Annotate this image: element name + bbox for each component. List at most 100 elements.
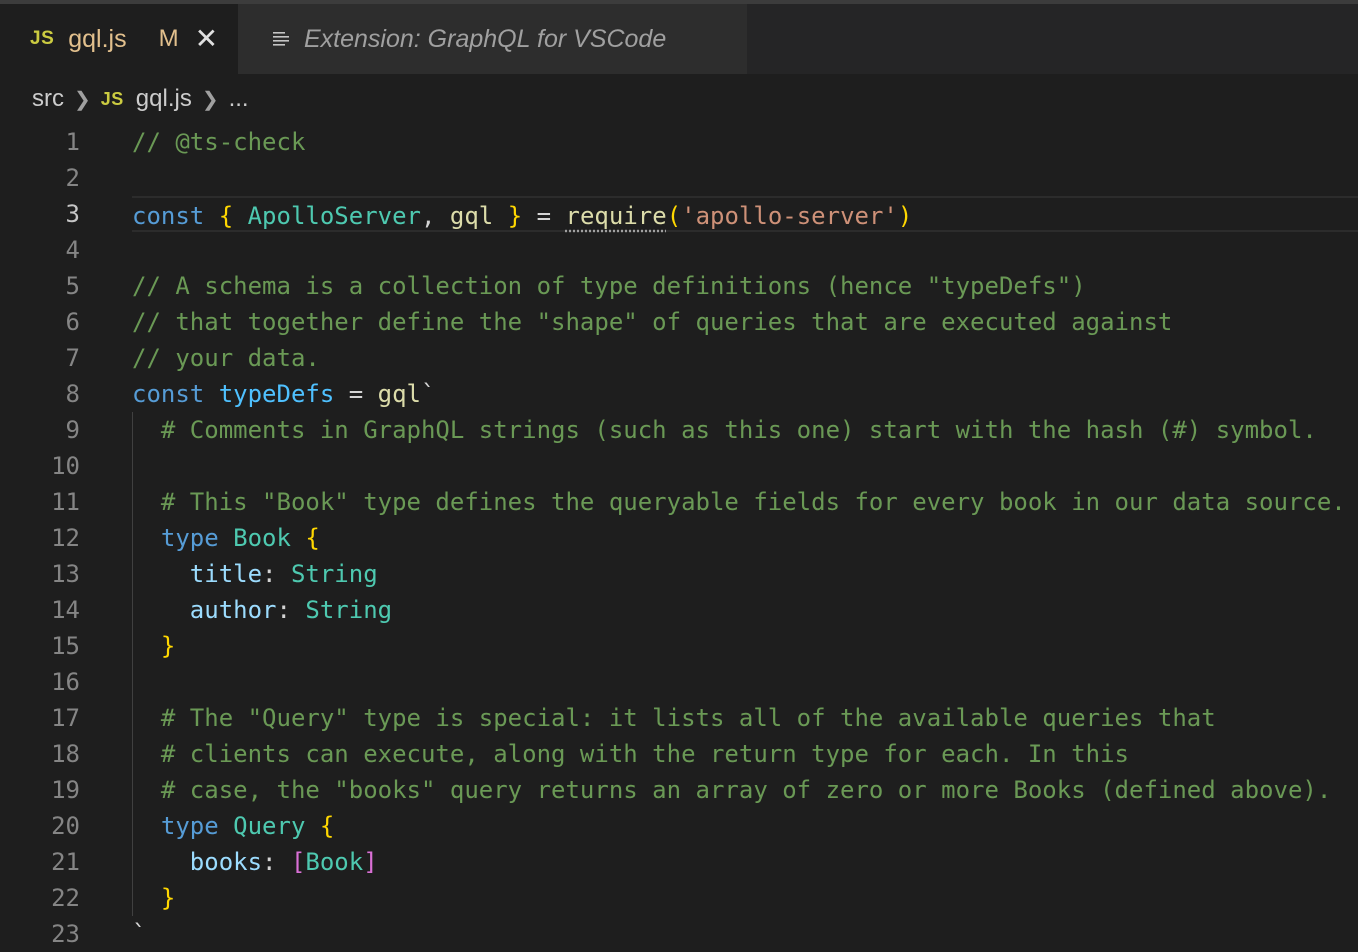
code-token: ApolloServer [247, 202, 421, 230]
code-token: # case, the "books" query returns an arr… [132, 776, 1332, 804]
code-line[interactable]: 4 [0, 232, 1358, 268]
line-number: 14 [51, 596, 80, 624]
code-text[interactable] [132, 232, 1358, 268]
code-text[interactable]: // your data. [132, 340, 1358, 376]
code-line[interactable]: 11 # This "Book" type defines the querya… [0, 484, 1358, 520]
code-line[interactable]: 15 } [0, 628, 1358, 664]
code-token: // that together define the "shape" of q… [132, 308, 1173, 336]
code-token: = [522, 202, 566, 230]
code-token: ` [421, 380, 436, 408]
code-token: # This "Book" type defines the queryable… [132, 488, 1346, 516]
code-text[interactable]: const { ApolloServer, gql } = require('a… [132, 196, 1358, 232]
code-text[interactable] [132, 448, 1358, 484]
line-number: 22 [51, 884, 80, 912]
code-text[interactable] [132, 160, 1358, 196]
editor-tab-bar: JS gql.js M ✕ Extension: GraphQL for VSC… [0, 4, 1358, 74]
code-line[interactable]: 23 ` [0, 916, 1358, 952]
line-number: 6 [65, 308, 80, 336]
tab-extension-graphql[interactable]: Extension: GraphQL for VSCode [238, 4, 747, 74]
javascript-file-icon: JS [100, 88, 124, 109]
line-number: 3 [65, 200, 80, 228]
code-text[interactable]: // @ts-check [132, 124, 1358, 160]
tab-label: Extension: GraphQL for VSCode [304, 24, 667, 53]
tab-gql-js[interactable]: JS gql.js M ✕ [0, 4, 238, 74]
code-line[interactable]: 10 [0, 448, 1358, 484]
code-token: ` [132, 920, 147, 948]
code-token: Query [233, 812, 306, 840]
code-text[interactable]: // A schema is a collection of type defi… [132, 268, 1358, 304]
code-line[interactable]: 7 // your data. [0, 340, 1358, 376]
code-line[interactable]: 14 author: String [0, 592, 1358, 628]
line-number: 1 [65, 128, 80, 156]
code-text[interactable]: ` [132, 916, 1358, 952]
code-token: author [189, 596, 277, 624]
code-text[interactable]: # clients can execute, along with the re… [132, 736, 1358, 772]
code-line[interactable]: 22 } [0, 880, 1358, 916]
code-line[interactable]: 19 # case, the "books" query returns an … [0, 772, 1358, 808]
line-number: 13 [51, 560, 80, 588]
code-text[interactable]: type Query { [132, 808, 1358, 844]
javascript-file-icon: JS [30, 28, 55, 49]
code-line[interactable]: 21 books: [Book] [0, 844, 1358, 880]
breadcrumb-file[interactable]: gql.js [136, 85, 192, 113]
code-text[interactable]: # The "Query" type is special: it lists … [132, 700, 1358, 736]
code-token: String [305, 596, 393, 624]
code-token: Book [233, 524, 291, 552]
code-token: type [160, 524, 219, 552]
code-text[interactable]: title: String [132, 556, 1358, 592]
code-token: : [262, 848, 291, 876]
breadcrumb-symbols[interactable]: ... [229, 85, 249, 113]
code-editor[interactable]: 1 // @ts-check 2 3 const { ApolloServer, gql… [0, 124, 1358, 952]
code-text[interactable]: } [132, 880, 1358, 916]
code-line[interactable]: 5 // A schema is a collection of type def… [0, 268, 1358, 304]
code-line[interactable]: 9 # Comments in GraphQL strings (such as… [0, 412, 1358, 448]
code-line[interactable]: 18 # clients can execute, along with the… [0, 736, 1358, 772]
code-token: { [305, 524, 320, 552]
line-number: 18 [51, 740, 80, 768]
code-token: ] [363, 848, 378, 876]
code-text[interactable]: } [132, 628, 1358, 664]
code-token: const [132, 380, 205, 408]
code-text[interactable]: # This "Book" type defines the queryable… [132, 484, 1358, 520]
code-line[interactable]: 17 # The "Query" type is special: it lis… [0, 700, 1358, 736]
code-text[interactable]: books: [Book] [132, 844, 1358, 880]
close-icon[interactable]: ✕ [195, 25, 218, 53]
code-token: = [334, 380, 378, 408]
code-text[interactable]: # Comments in GraphQL strings (such as t… [132, 412, 1358, 448]
code-line[interactable]: 6 // that together define the "shape" of … [0, 304, 1358, 340]
code-token: // A schema is a collection of type defi… [132, 272, 1086, 300]
line-number: 4 [65, 236, 80, 264]
code-line[interactable]: 20 type Query { [0, 808, 1358, 844]
breadcrumb: src ❯ JS gql.js ❯ ... [0, 74, 1358, 124]
modified-indicator: M [158, 25, 179, 52]
code-token: [ [290, 848, 306, 876]
code-line[interactable]: 12 type Book { [0, 520, 1358, 556]
code-token: } [160, 632, 176, 660]
code-text[interactable]: // that together define the "shape" of q… [132, 304, 1358, 340]
code-line[interactable]: 13 title: String [0, 556, 1358, 592]
code-text[interactable] [132, 664, 1358, 700]
code-line[interactable]: 1 // @ts-check [0, 124, 1358, 160]
code-text[interactable]: const typeDefs = gql` [132, 376, 1358, 412]
line-number: 5 [65, 272, 80, 300]
line-number: 20 [51, 812, 80, 840]
code-line[interactable]: 16 [0, 664, 1358, 700]
code-text[interactable]: author: String [132, 592, 1358, 628]
breadcrumb-folder[interactable]: src [32, 85, 64, 113]
code-text[interactable]: type Book { [132, 520, 1358, 556]
code-line[interactable]: 3 const { ApolloServer, gql } = require('… [0, 196, 1358, 232]
code-line[interactable]: 8 const typeDefs = gql` [0, 376, 1358, 412]
code-text[interactable]: # case, the "books" query returns an arr… [132, 772, 1358, 808]
code-token: require [565, 202, 667, 230]
code-line[interactable]: 2 [0, 160, 1358, 196]
